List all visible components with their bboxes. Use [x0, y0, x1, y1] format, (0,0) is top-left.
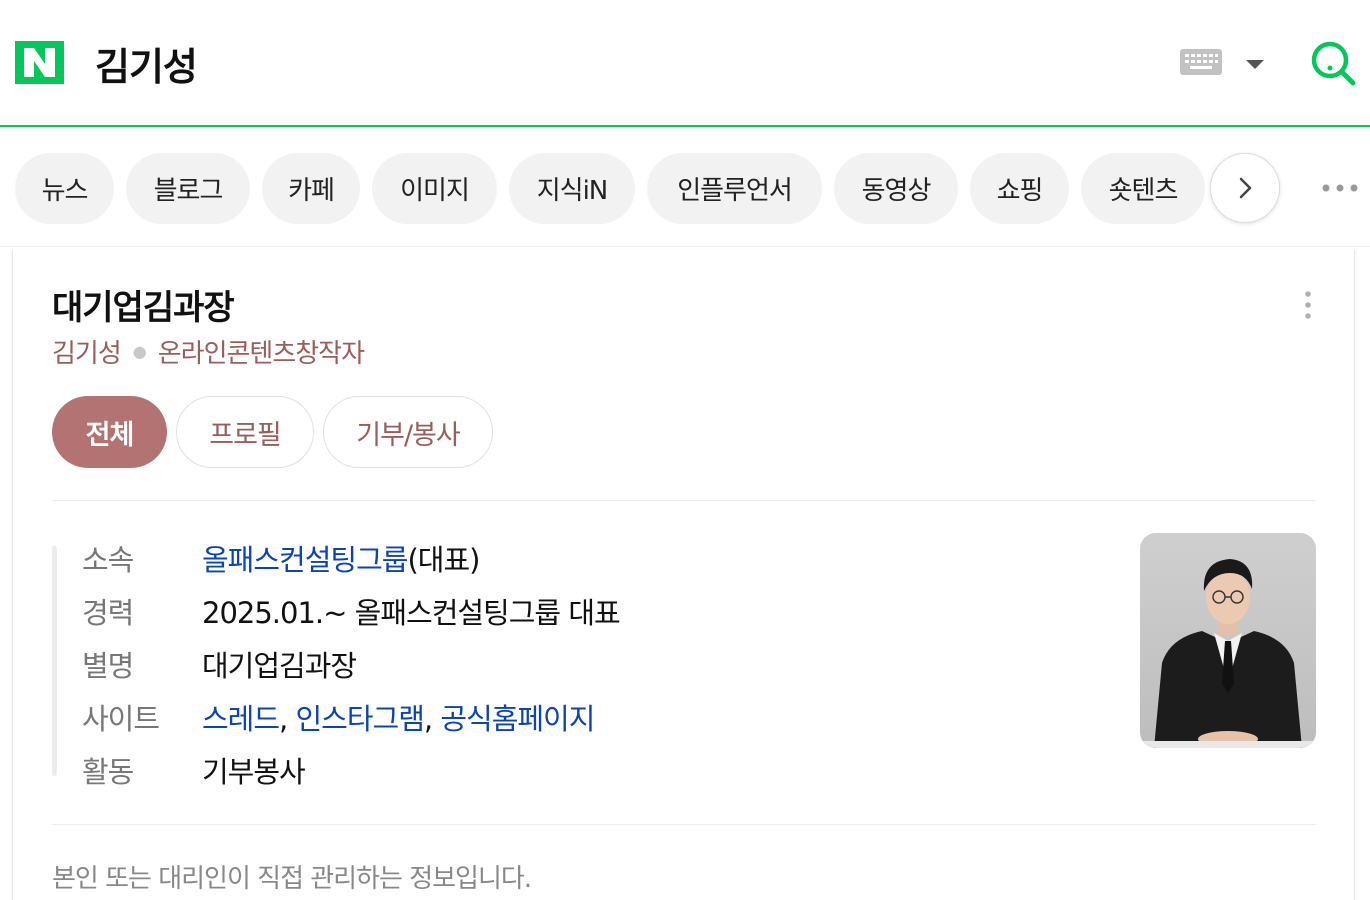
- keyboard-icon[interactable]: [1180, 49, 1222, 75]
- search-header: 김기성: [0, 0, 1370, 127]
- threads-link[interactable]: 스레드: [202, 702, 280, 736]
- more-vertical-icon[interactable]: [1303, 290, 1313, 320]
- homepage-link[interactable]: 공식홈페이지: [440, 702, 595, 736]
- info-label: 소속: [82, 543, 134, 577]
- profile-photo[interactable]: [1140, 533, 1316, 748]
- tab-kin[interactable]: 지식iN: [509, 153, 635, 224]
- profile-subtitle: 김기성 ● 온라인콘텐츠창작자: [52, 333, 365, 370]
- tab-video[interactable]: 동영상: [834, 153, 958, 224]
- info-row-career: 경력 2025.01.~ 올패스컨설팅그룹 대표: [82, 590, 621, 632]
- tabs-next-button[interactable]: [1210, 153, 1280, 223]
- tab-influencer[interactable]: 인플루언서: [647, 153, 822, 224]
- info-label: 별명: [82, 649, 134, 683]
- chip-all[interactable]: 전체: [52, 396, 167, 468]
- info-label: 활동: [82, 755, 134, 789]
- site-separator: ,: [279, 702, 296, 736]
- search-query[interactable]: 김기성: [95, 36, 198, 91]
- info-accent-bar: [52, 546, 57, 776]
- affiliation-link[interactable]: 올패스컨설팅그룹: [202, 543, 408, 577]
- divider: [52, 824, 1316, 825]
- activity-link[interactable]: 기부봉사: [202, 749, 306, 791]
- profile-name: 김기성: [52, 339, 122, 369]
- chevron-right-icon: [1239, 177, 1252, 199]
- info-row-alias: 별명 대기업김과장: [82, 643, 357, 685]
- chevron-down-icon[interactable]: [1244, 57, 1266, 71]
- separator-dot: ●: [132, 342, 147, 361]
- info-row-affiliation: 소속 올패스컨설팅그룹(대표): [82, 537, 480, 579]
- info-label: 경력: [82, 596, 134, 630]
- tab-cafe[interactable]: 카페: [262, 153, 360, 224]
- tab-shopping[interactable]: 쇼핑: [970, 153, 1069, 224]
- person-portrait-image: [1140, 533, 1316, 748]
- info-row-activity: 활동 기부봉사: [82, 749, 306, 791]
- search-tabs: 뉴스 블로그 카페 이미지 지식iN 인플루언서 동영상 쇼핑 숏텐츠: [0, 129, 1370, 247]
- alias-value: 대기업김과장: [202, 649, 357, 683]
- info-label: 사이트: [82, 702, 160, 736]
- chip-profile[interactable]: 프로필: [176, 396, 314, 468]
- more-horizontal-icon[interactable]: [1320, 181, 1360, 195]
- info-row-sites: 사이트 스레드, 인스타그램, 공식홈페이지: [82, 696, 595, 738]
- site-separator: ,: [423, 702, 441, 736]
- chip-donation[interactable]: 기부/봉사: [323, 396, 493, 468]
- tab-blog[interactable]: 블로그: [126, 153, 250, 224]
- divider: [52, 500, 1316, 501]
- instagram-link[interactable]: 인스타그램: [295, 702, 424, 736]
- search-icon[interactable]: [1309, 38, 1359, 88]
- affiliation-role: (대표): [407, 543, 480, 577]
- tab-shortents[interactable]: 숏텐츠: [1081, 153, 1205, 224]
- profile-title[interactable]: 대기업김과장: [52, 280, 235, 329]
- tab-images[interactable]: 이미지: [372, 153, 497, 224]
- naver-logo[interactable]: [15, 41, 64, 84]
- person-profile-card: 대기업김과장 김기성 ● 온라인콘텐츠창작자 전체 프로필 기부/봉사 소속 올…: [12, 250, 1355, 900]
- tab-news[interactable]: 뉴스: [15, 153, 114, 224]
- career-value: 2025.01.~ 올패스컨설팅그룹 대표: [202, 596, 621, 630]
- managed-info-notice: 본인 또는 대리인이 직접 관리하는 정보입니다.: [52, 864, 532, 894]
- profile-occupation: 온라인콘텐츠창작자: [157, 339, 365, 369]
